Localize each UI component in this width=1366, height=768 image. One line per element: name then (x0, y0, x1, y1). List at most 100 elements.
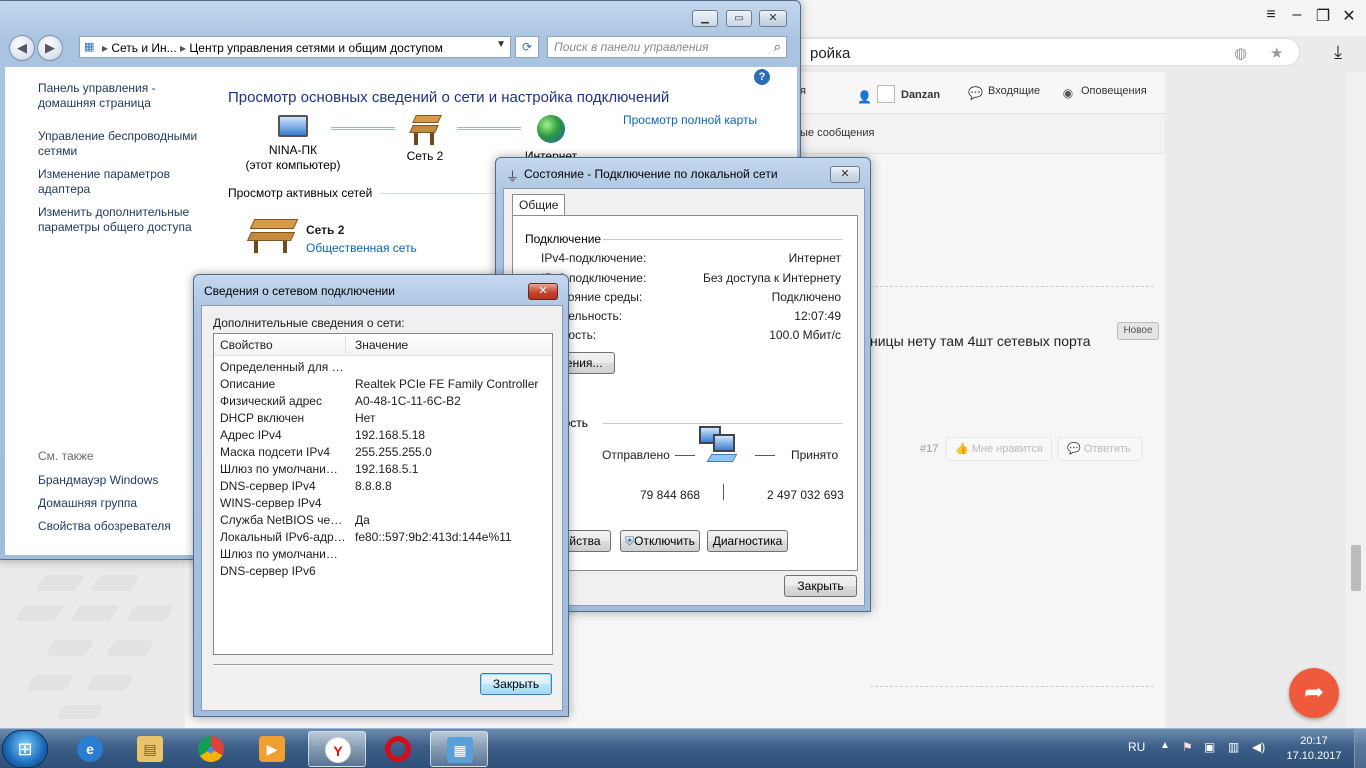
bookmark-star-icon[interactable]: ★ (1270, 44, 1283, 62)
taskbar-ie[interactable]: e (61, 731, 119, 767)
decor-tile (125, 605, 175, 621)
close-button[interactable]: ✕ (830, 166, 860, 183)
reply-button[interactable]: 💬 Ответить (1058, 437, 1142, 461)
network-type-link[interactable]: Общественная сеть (306, 241, 417, 255)
address-bar[interactable]: ▦ ▸ Сеть и Ин... ▸ Центр управления сетя… (79, 36, 511, 58)
user-menu[interactable]: 👤 Danzan (857, 85, 940, 104)
divider (723, 484, 724, 500)
inbox-link[interactable]: 💬 Входящие (968, 85, 1040, 100)
globe-icon (537, 115, 565, 143)
table-row[interactable]: Локальный IPv6-адрес... fe80::597:9b2:413… (214, 529, 552, 546)
sidebar-link-adapter[interactable]: Изменение параметров адаптера (38, 167, 208, 197)
chat-icon: 💬 (968, 86, 983, 100)
column-header-property[interactable]: Свойство (220, 338, 273, 352)
close-button[interactable]: Закрыть (480, 673, 552, 695)
diagnose-button[interactable]: Диагностика (707, 530, 788, 552)
taskbar-control-panel[interactable]: ▦ (430, 731, 488, 767)
taskbar-chrome[interactable]: ● (182, 731, 240, 767)
table-row[interactable]: DNS-сервер IPv4 8.8.8.8 (214, 478, 552, 495)
see-also-firewall[interactable]: Брандмауэр Windows (38, 473, 208, 488)
sidebar-link-home[interactable]: Панель управления - домашняя страница (38, 81, 208, 111)
taskbar-media[interactable]: ▶ (243, 731, 301, 767)
notifications-link[interactable]: ◉ Оповещения (1061, 85, 1147, 100)
search-icon[interactable]: ⌕ (774, 39, 781, 55)
share-button[interactable]: ➦ (1289, 668, 1339, 718)
table-row[interactable]: WINS-сервер IPv4 (214, 495, 552, 512)
full-map-link[interactable]: Просмотр полной карты (623, 113, 757, 127)
computer-icon (278, 115, 308, 137)
like-button[interactable]: 👍 Мне нравится (946, 437, 1052, 461)
map-node-computer[interactable]: NINA-ПК (этот компьютер) (243, 115, 343, 173)
tray-volume-icon[interactable]: ◀) (1252, 740, 1265, 754)
yandex-browser-icon: Y (325, 737, 351, 763)
table-row[interactable]: Шлюз по умолчанию IP... 192.168.5.1 (214, 461, 552, 478)
browser-translate-icon[interactable]: ◍ (1234, 44, 1247, 62)
back-button[interactable]: ◀ (9, 35, 35, 61)
close-button[interactable]: ✕ (528, 283, 558, 300)
browser-close-icon[interactable]: ✕ (1336, 6, 1362, 26)
browser-address-bar[interactable]: ройка (800, 38, 1300, 66)
taskbar-yandex[interactable]: Y (308, 731, 366, 767)
reply-label: Ответить (1083, 443, 1131, 455)
show-desktop-button[interactable] (1354, 729, 1366, 768)
chevron-down-icon[interactable]: ▼ (496, 39, 506, 50)
taskbar-explorer[interactable]: ▤ (121, 731, 179, 767)
see-also-homegroup[interactable]: Домашняя группа (38, 496, 208, 511)
reply-icon: 💬 (1067, 443, 1084, 455)
sidebar-link-wireless[interactable]: Управление беспроводными сетями (38, 129, 208, 159)
details-list[interactable]: Свойство Значение Определенный для по...… (213, 333, 553, 655)
refresh-button[interactable]: ⟳ (515, 36, 539, 58)
tray-flag-icon[interactable]: ⚑ (1182, 740, 1193, 754)
network-activity-icon (699, 426, 743, 466)
clock[interactable]: 20:17 17.10.2017 (1286, 734, 1342, 764)
table-row[interactable]: Шлюз по умолчанию IP... (214, 546, 552, 563)
browser-restore-icon[interactable]: ❐ (1310, 6, 1336, 26)
divider (603, 239, 843, 240)
start-button[interactable]: ⊞ (2, 730, 48, 768)
map-node-network[interactable]: Сеть 2 (395, 115, 455, 164)
breadcrumb-item[interactable]: Сеть и Ин... (111, 41, 176, 55)
see-also-internet-options[interactable]: Свойства обозревателя (38, 519, 208, 534)
dialog-title: Состояние - Подключение по локальной сет… (524, 167, 778, 181)
tray-app-icon[interactable]: ▣ (1204, 740, 1215, 754)
map-link-line (331, 127, 395, 130)
sidebar-link-sharing[interactable]: Изменить дополнительные параметры общего… (38, 205, 208, 235)
chrome-icon: ● (198, 736, 224, 762)
table-row[interactable]: DNS-сервер IPv6 (214, 563, 552, 580)
close-button[interactable]: Закрыть (784, 575, 857, 597)
tray-network-icon[interactable]: ▥ (1228, 740, 1239, 754)
disable-button[interactable]: ⛨Отключить (620, 530, 700, 552)
table-row[interactable]: Физический адрес A0-48-1C-11-6C-B2 (214, 393, 552, 410)
download-icon[interactable]: ⤓ (1334, 42, 1342, 63)
table-row[interactable]: DHCP включен Нет (214, 410, 552, 427)
table-row[interactable]: Маска подсети IPv4 255.255.255.0 (214, 444, 552, 461)
table-row[interactable]: Адрес IPv4 192.168.5.18 (214, 427, 552, 444)
disable-label: Отключить (634, 534, 695, 548)
browser-minimize-icon[interactable]: ‒ (1284, 6, 1310, 24)
like-label: Мне нравится (971, 443, 1043, 455)
divider (870, 686, 1154, 687)
computer-name: NINA-ПК (268, 143, 318, 157)
decor-tile (15, 605, 65, 621)
divider (675, 455, 695, 456)
scrollbar-thumb[interactable] (1351, 545, 1361, 591)
column-header-value[interactable]: Значение (355, 338, 408, 352)
breadcrumb-item[interactable]: Центр управления сетями и общим доступом (189, 41, 443, 55)
table-row[interactable]: Определенный для по... (214, 359, 552, 376)
search-input[interactable]: Поиск в панели управления ⌕ (547, 36, 787, 58)
browser-menu-icon[interactable]: ≡ (1258, 6, 1284, 24)
table-row[interactable]: Описание Realtek PCIe FE Family Controlle… (214, 376, 552, 393)
help-icon[interactable]: ? (754, 69, 770, 85)
close-button[interactable]: ✕ (759, 10, 787, 27)
tab-general[interactable]: Общие (512, 194, 566, 216)
maximize-button[interactable]: ▭ (726, 10, 752, 27)
minimize-button[interactable]: ▁ (692, 10, 718, 27)
taskbar-opera[interactable]: O (369, 731, 427, 767)
language-indicator[interactable]: RU (1128, 740, 1145, 754)
post-number[interactable]: #17 (920, 443, 938, 455)
forward-button[interactable]: ▶ (37, 35, 63, 61)
show-hidden-icons[interactable]: ▲ (1160, 740, 1170, 751)
page-scrollbar[interactable] (1346, 72, 1366, 728)
table-row[interactable]: Служба NetBIOS через... Да (214, 512, 552, 529)
computer-sub: (этот компьютер) (245, 158, 341, 172)
